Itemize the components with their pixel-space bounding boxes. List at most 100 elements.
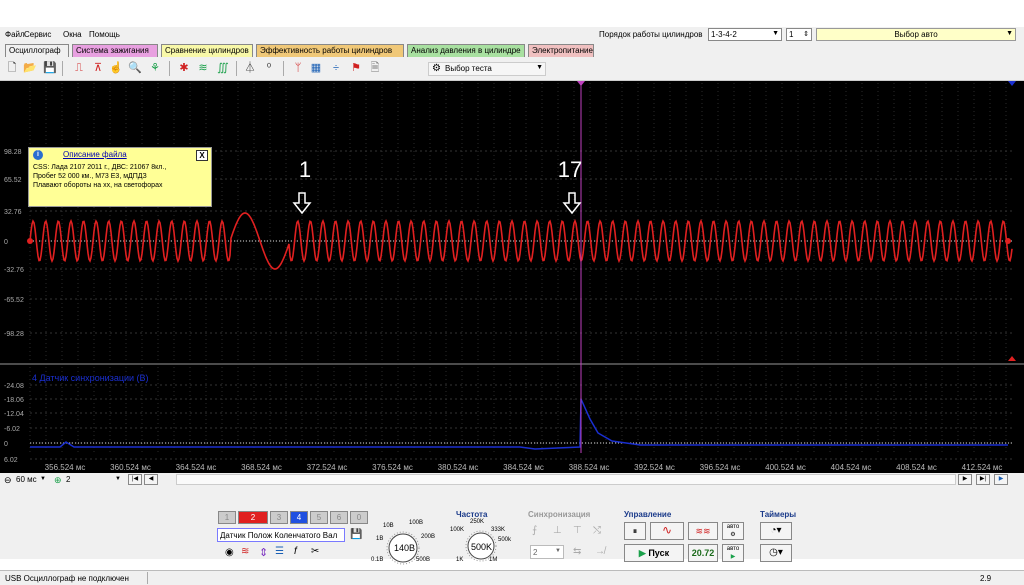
sync-channel-select[interactable]: 2 ▼ [530, 545, 564, 559]
chevron-down-icon: ▼ [772, 30, 779, 37]
measure-icon[interactable]: ⏃ [243, 61, 257, 75]
chevron-down-icon[interactable]: ▼ [40, 476, 46, 482]
x-tick-label: 360.524 мс [110, 463, 151, 472]
timebase-value[interactable]: 60 мс [16, 475, 37, 484]
auto-label: авто [726, 546, 740, 552]
marker-icon[interactable]: ⚑ [349, 61, 363, 75]
pause-button[interactable]: ⏸ [624, 522, 646, 540]
oscilloscope-view[interactable]: 98.28 65.52 32.76 0 -32.76 -65.52 -98.28 -24.08… [0, 81, 1024, 473]
sensor-select[interactable]: Датчик Полож Коленчатого Вал [217, 528, 345, 542]
cylinder-order-label: Порядок работы цилиндров [599, 30, 703, 39]
channel-button-4[interactable]: 4 [290, 511, 308, 524]
y-tick-label: -98.28 [4, 331, 24, 338]
toolbar: 🗋 📂 💾 ⎍ ⊼ ☝ 🔍 ⚘ ✱ ≋ ∭ ⏃ ⁰ ᛘ ▦ ÷ ⚑ 🗎 ⚙ Выб… [0, 57, 1024, 81]
channel-button-5[interactable]: 5 [310, 511, 328, 524]
menu-bar: Файл Сервис Окна Помощь Порядок работы ц… [0, 27, 1024, 42]
channel-button-0[interactable]: 0 [350, 511, 368, 524]
menu-help[interactable]: Помощь [89, 30, 120, 39]
cursor-icon[interactable]: ᛘ [291, 61, 305, 75]
cylinder-order-select[interactable]: 1-3-4-2 ▼ [708, 28, 782, 41]
sync-channel-value: 2 [533, 548, 538, 557]
channel-marker [1008, 81, 1016, 86]
menu-service[interactable]: Сервис [24, 30, 51, 39]
save-icon[interactable]: 💾 [350, 529, 362, 540]
sync-join-icon[interactable]: ↛ [595, 546, 605, 557]
channel-marker [1008, 356, 1016, 361]
grid-icon[interactable]: ▦ [309, 61, 323, 75]
last-frame-button[interactable]: ▶| [976, 474, 990, 485]
wave-filter-icon[interactable]: ≋ [196, 61, 210, 75]
auto-label: авто [726, 524, 740, 530]
app-window: Файл Сервис Окна Помощь Порядок работы ц… [0, 27, 1024, 585]
sync-pulse-icon[interactable]: ⊤ [573, 525, 582, 536]
x-tick-label: 388.524 мс [569, 463, 610, 472]
y-tick-label: 32.76 [4, 209, 22, 216]
auto-scale-button[interactable]: авто ⚙ [722, 522, 744, 540]
timer-button[interactable]: ◔▾ [760, 522, 792, 540]
cylinder-number-spin[interactable]: 1 ⇕ [786, 28, 812, 41]
y-tick-label: -6.02 [4, 426, 20, 433]
tab-2[interactable]: Сравнение цилиндров [161, 44, 253, 57]
tools-icon[interactable]: ✂ [311, 546, 319, 557]
start-button[interactable]: ▶ Пуск [624, 544, 684, 562]
sync-falling-icon[interactable]: ⊥ [553, 525, 562, 536]
tab-1[interactable]: Система зажигания [72, 44, 158, 57]
play-button[interactable]: ▶ [994, 474, 1008, 485]
cross-icon[interactable]: ✱ [177, 61, 191, 75]
chevron-down-icon[interactable]: ▼ [115, 476, 121, 482]
menu-file[interactable]: Файл [5, 30, 25, 39]
split-icon[interactable]: ÷ [329, 61, 343, 75]
voltage-label: 10В [383, 523, 394, 529]
tab-0[interactable]: Осциллограф [5, 44, 69, 57]
auto-select[interactable]: Выбор авто ▼ [816, 28, 1016, 41]
close-button[interactable]: X [196, 150, 208, 161]
tab-3[interactable]: Эффективность работы цилиндров [256, 44, 404, 57]
channel-button-2[interactable]: 2 [238, 511, 268, 524]
zero-icon[interactable]: ⁰ [262, 61, 276, 75]
sine-button[interactable]: ∿ [650, 522, 684, 540]
new-file-icon[interactable]: 🗋 [5, 61, 19, 75]
chevron-down-icon: ▼ [1006, 30, 1013, 37]
status-version: 2.9 [980, 574, 992, 583]
hand-icon[interactable]: ☝ [109, 61, 123, 75]
open-folder-icon[interactable]: 📂 [23, 61, 37, 75]
wave-icon[interactable]: ≋ [241, 546, 249, 557]
oscilloscope-plot[interactable]: 98.28 65.52 32.76 0 -32.76 -65.52 -98.28 -24.08… [0, 81, 1024, 473]
sync-arrows-icon[interactable]: ⇆ [573, 546, 581, 557]
next-frame-button[interactable]: ▶ [958, 474, 972, 485]
x-tick-label: 392.524 мс [634, 463, 675, 472]
tree-icon[interactable]: ⚘ [148, 61, 162, 75]
x-tick-label: 368.524 мс [241, 463, 282, 472]
cylinder-order-value: 1-3-4-2 [711, 30, 737, 39]
move-icon[interactable]: ⇕ [259, 546, 268, 559]
voltage-value: 140В [394, 543, 416, 553]
prev-frame-button[interactable]: ◀ [144, 474, 158, 485]
tab-4[interactable]: Анализ давления в цилиндре [407, 44, 525, 57]
multi-wave-button[interactable]: ≋≋ [688, 522, 718, 540]
x-tick-label: 356.524 мс [45, 463, 86, 472]
trigger-icon[interactable]: ⊼ [91, 61, 105, 75]
pulse-icon[interactable]: ⎍ [72, 61, 86, 75]
save-icon[interactable]: 💾 [43, 61, 57, 75]
lines-icon[interactable]: ☰ [275, 546, 284, 557]
zoom-out-icon[interactable]: ⊖ [4, 475, 12, 486]
tab-5[interactable]: Электропитание [528, 44, 594, 57]
channel-button-6[interactable]: 6 [330, 511, 348, 524]
function-icon[interactable]: f [294, 546, 297, 557]
test-select[interactable]: ⚙ Выбор теста ▼ [428, 62, 546, 76]
channel-button-1[interactable]: 1 [218, 511, 236, 524]
auto-play-button[interactable]: авто ▶ [722, 544, 744, 562]
eye-icon[interactable]: ◉ [225, 547, 234, 558]
channel-button-3[interactable]: 3 [270, 511, 288, 524]
first-frame-button[interactable]: |◀ [128, 474, 142, 485]
channel-select-value[interactable]: 2 [66, 475, 70, 484]
wave-icon[interactable]: ∭ [216, 61, 230, 75]
page-icon[interactable]: 🗎 [368, 61, 382, 75]
zoom-icon[interactable]: 🔍 [128, 61, 142, 75]
sync-title: Синхронизация [528, 510, 591, 519]
sync-mode-icon[interactable]: ⤭ [593, 525, 601, 536]
sync-rising-icon[interactable]: ⨍ [532, 525, 537, 536]
menu-windows[interactable]: Окна [63, 30, 82, 39]
horizontal-scrollbar[interactable] [176, 474, 956, 485]
timer-play-button[interactable]: ◷▾ [760, 544, 792, 562]
